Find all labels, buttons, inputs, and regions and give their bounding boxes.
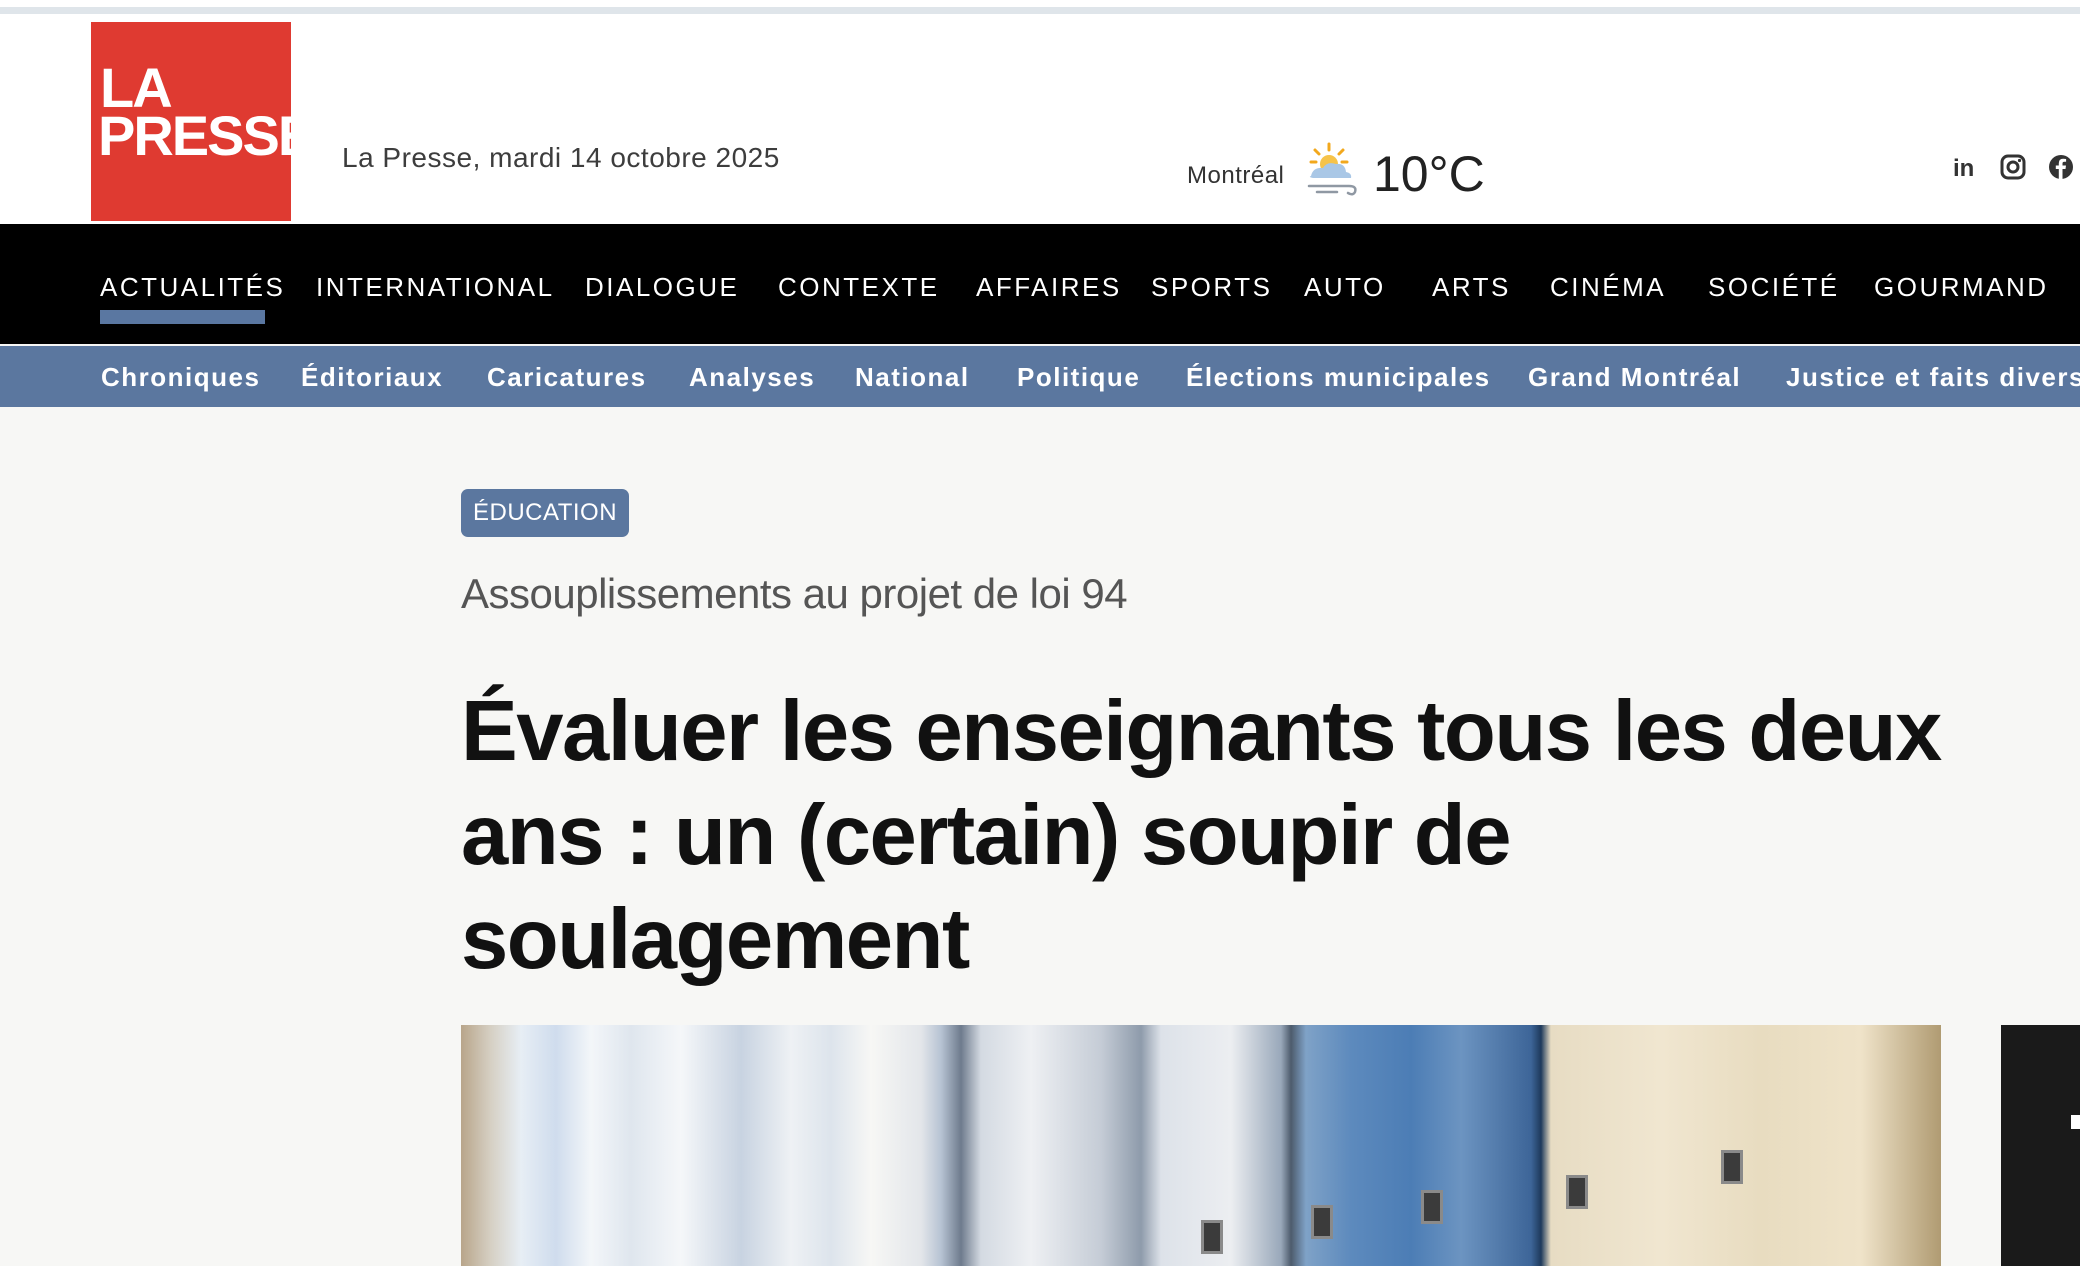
- subnav-grand-montreal[interactable]: Grand Montréal: [1528, 362, 1741, 393]
- edition-date: La Presse, mardi 14 octobre 2025: [342, 142, 780, 173]
- nav-affaires[interactable]: AFFAIRES: [976, 272, 1122, 303]
- subnav-politique[interactable]: Politique: [1017, 362, 1140, 393]
- sub-navigation: Chroniques Éditoriaux Caricatures Analys…: [0, 346, 2080, 407]
- partly-sunny-windy-icon: [1305, 142, 1365, 198]
- article-kicker: Assouplissements au projet de loi 94: [461, 570, 1128, 617]
- active-nav-indicator: [100, 310, 265, 324]
- main-navigation: ACTUALITÉS INTERNATIONAL DIALOGUE CONTEX…: [0, 224, 2080, 344]
- subnav-elections-municipales[interactable]: Élections municipales: [1186, 362, 1491, 393]
- subnav-editoriaux[interactable]: Éditoriaux: [301, 362, 443, 393]
- nav-gourmand[interactable]: GOURMAND: [1874, 272, 2049, 303]
- subnav-caricatures[interactable]: Caricatures: [487, 362, 647, 393]
- nav-international[interactable]: INTERNATIONAL: [316, 272, 555, 303]
- side-block-mark: [2071, 1115, 2080, 1129]
- nav-dialogue[interactable]: DIALOGUE: [585, 272, 739, 303]
- section-tag[interactable]: ÉDUCATION: [461, 489, 630, 537]
- nav-auto[interactable]: AUTO: [1304, 272, 1386, 303]
- locker-latch: [1566, 1175, 1588, 1209]
- linkedin-icon[interactable]: in: [1950, 152, 1980, 182]
- weather-city: Montréal: [1187, 162, 1285, 189]
- nav-societe[interactable]: SOCIÉTÉ: [1708, 272, 1840, 303]
- subnav-analyses[interactable]: Analyses: [689, 362, 815, 393]
- svg-text:in: in: [1953, 155, 1974, 182]
- nav-cinema[interactable]: CINÉMA: [1550, 272, 1666, 303]
- locker-latch: [1311, 1205, 1333, 1239]
- browser-top-strip: [0, 0, 2080, 22]
- site-header: LA PRESSE La Presse, mardi 14 octobre 20…: [0, 22, 2080, 224]
- facebook-icon[interactable]: [2046, 152, 2076, 182]
- subnav-justice-faits-divers[interactable]: Justice et faits divers: [1786, 362, 2080, 393]
- article-headline: Évaluer les enseignants tous les deux an…: [461, 684, 1942, 987]
- logo-line-2: PRESSE: [98, 104, 315, 167]
- subnav-chroniques[interactable]: Chroniques: [101, 362, 260, 393]
- side-media-block: [2001, 1025, 2080, 1266]
- subnav-national[interactable]: National: [855, 362, 970, 393]
- nav-actualites[interactable]: ACTUALITÉS: [100, 272, 285, 303]
- top-divider: [0, 7, 2080, 14]
- instagram-icon[interactable]: [1998, 152, 2028, 182]
- nav-sports[interactable]: SPORTS: [1151, 272, 1272, 303]
- locker-latch: [1421, 1190, 1443, 1224]
- locker-latch: [1201, 1220, 1223, 1254]
- article-photo-lockers: [461, 1025, 1941, 1266]
- nav-contexte[interactable]: CONTEXTE: [778, 272, 940, 303]
- la-presse-logo[interactable]: LA PRESSE: [91, 22, 315, 221]
- nav-arts[interactable]: ARTS: [1432, 272, 1511, 303]
- weather-temperature: 10°C: [1373, 146, 1485, 202]
- locker-latch: [1721, 1150, 1743, 1184]
